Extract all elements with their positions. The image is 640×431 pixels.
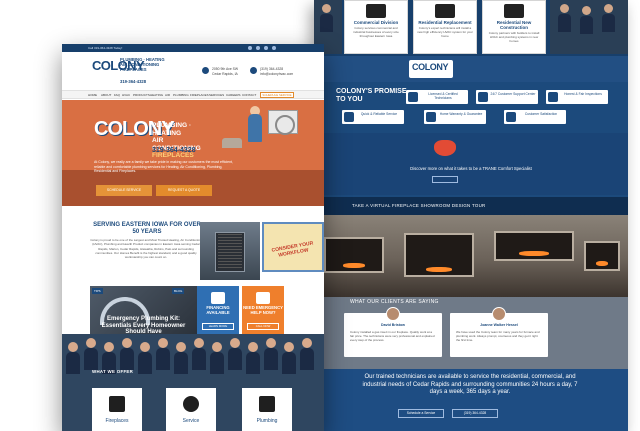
blog-title[interactable]: Emergency Plumbing Kit: Essentials Every… bbox=[92, 316, 195, 336]
team-section-title: WHAT WE OFFER bbox=[92, 369, 134, 374]
hero-logo: COLONY PLUMBING · HEATING AIR CONDITIONI… bbox=[94, 118, 201, 160]
nav-item-hvac[interactable]: HVAC bbox=[122, 93, 130, 97]
top-utility-bar: Call 319-364-4328 Today! bbox=[62, 44, 324, 52]
avatar bbox=[492, 307, 506, 321]
roof-vent-illustration bbox=[222, 138, 242, 148]
phone-icon bbox=[250, 67, 257, 74]
thumbs-up-icon bbox=[506, 112, 516, 122]
emergency-card[interactable]: NEED EMERGENCY HELP NOW? CALL NOW bbox=[242, 286, 284, 334]
building-icon bbox=[366, 4, 386, 18]
nav-item-contact[interactable]: CONTACT bbox=[242, 93, 256, 97]
trane-badge-icon bbox=[434, 140, 456, 156]
location-icon bbox=[202, 67, 209, 74]
promise-warranty: Home Warranty & Guarantee bbox=[424, 110, 486, 124]
schedule-service-button[interactable]: Schedule a Service bbox=[398, 409, 444, 418]
hero-description: At Colony, we really are a family we tak… bbox=[94, 160, 233, 174]
serving-description: Colony is proud to be one of the Largest… bbox=[90, 238, 202, 260]
pipe-icon bbox=[259, 396, 275, 412]
nav-item-products[interactable]: PRODUCTS bbox=[133, 93, 150, 97]
promise-licensed: Licensed & Certified Technicians bbox=[406, 90, 468, 104]
trane-band bbox=[314, 133, 628, 195]
nav-item-air[interactable]: AIR bbox=[165, 93, 170, 97]
ac-unit-illustration bbox=[268, 110, 298, 135]
showroom-heading-bar: TAKE A VIRTUAL FIREPLACE SHOWROOM DESIGN… bbox=[314, 197, 628, 215]
emergency-call-button[interactable]: CALL NOW bbox=[247, 323, 279, 330]
fireplace-showroom-image[interactable] bbox=[314, 215, 628, 297]
promise-support: 24/7 Customer Support Center bbox=[476, 90, 538, 104]
serving-title: SERVING EASTERN IOWA FOR OVER 50 YEARS bbox=[93, 222, 201, 236]
avatar bbox=[386, 307, 400, 321]
house-icon bbox=[435, 4, 455, 18]
handshake-icon bbox=[548, 92, 558, 102]
technician-photo-right bbox=[550, 0, 628, 54]
nav-item-plumbing[interactable]: PLUMBING bbox=[173, 93, 189, 97]
back-header-bar bbox=[314, 56, 628, 82]
header-address: 2050 9th Ave SW Cedar Rapids, IA bbox=[212, 67, 239, 76]
youtube-icon[interactable] bbox=[264, 46, 268, 50]
technicians-text: Our trained technicians are available to… bbox=[362, 374, 578, 395]
fireplace-icon bbox=[109, 396, 125, 412]
schedule-service-nav-button[interactable]: SCHEDULE SERVICE bbox=[260, 92, 294, 98]
nav-item-about[interactable]: ABOUT bbox=[101, 93, 111, 97]
promise-title: COLONY'S PROMISE TO YOU bbox=[336, 88, 407, 104]
garage-icon bbox=[504, 4, 524, 18]
financing-card[interactable]: FINANCING AVAILABLE LEARN MORE bbox=[197, 286, 239, 334]
nav-item-services[interactable]: SERVICES bbox=[209, 93, 224, 97]
fireplace-unit bbox=[494, 231, 574, 261]
fireplace-unit bbox=[404, 233, 474, 277]
nav-item-faq[interactable]: FAQ bbox=[114, 93, 120, 97]
nav-item-fireplaces[interactable]: FIREPLACES bbox=[190, 93, 209, 97]
trane-text: Discover more on what it takes to be a T… bbox=[410, 166, 532, 171]
promise-satisfaction: Customer Satisfaction bbox=[504, 110, 566, 124]
hero-schedule-button[interactable]: SCHEDULE SERVICE bbox=[96, 185, 152, 196]
fireplace-unit bbox=[584, 241, 620, 271]
financing-learn-more-button[interactable]: LEARN MORE bbox=[202, 323, 234, 330]
trane-learn-more-button[interactable] bbox=[432, 176, 458, 183]
main-nav: HOME ABOUT FAQ HVAC PRODUCTS HEATING AIR… bbox=[62, 90, 324, 99]
testimonial-card: Joanne Walker Hessel We have used the Co… bbox=[450, 307, 548, 357]
bank-icon bbox=[211, 292, 225, 304]
showroom-title: TAKE A VIRTUAL FIREPLACE SHOWROOM DESIGN… bbox=[352, 203, 486, 208]
header-phone[interactable]: (319) 364-4328 info@colonyhvac.com bbox=[260, 67, 293, 77]
screenshot-stage: Commercial Division Colony services comm… bbox=[0, 0, 640, 431]
hero-quote-button[interactable]: REQUEST A QUOTE bbox=[156, 185, 212, 196]
certificate-icon bbox=[408, 92, 418, 102]
service-card-commercial[interactable]: Commercial Division Colony services comm… bbox=[344, 0, 408, 54]
service-service[interactable]: Service bbox=[166, 388, 216, 431]
fireplace-unit bbox=[324, 237, 384, 273]
promise-quick: Quick & Reliable Service bbox=[342, 110, 404, 124]
service-plumbing[interactable]: Plumbing bbox=[242, 388, 292, 431]
service-card-new-construction[interactable]: Residential New Construction Colony part… bbox=[482, 0, 546, 54]
call-phone-button[interactable]: (319) 364-4328 bbox=[452, 409, 498, 418]
nav-item-careers[interactable]: CAREERS bbox=[226, 93, 241, 97]
back-page: Commercial Division Colony services comm… bbox=[314, 0, 628, 431]
service-card-residential-replacement[interactable]: Residential Replacement Colony's expert … bbox=[413, 0, 477, 54]
nav-item-home[interactable]: HOME bbox=[88, 93, 97, 97]
alarm-icon bbox=[256, 292, 270, 304]
nav-item-heating[interactable]: HEATING bbox=[150, 93, 163, 97]
wrench-icon bbox=[344, 112, 354, 122]
testimonial-card: David Bristow Colony installed a gas ins… bbox=[344, 307, 442, 357]
gauge-icon bbox=[183, 396, 199, 412]
twitter-icon[interactable] bbox=[256, 46, 260, 50]
site-logo[interactable]: COLONY PLUMBING · HEATING AIR CONDITIONI… bbox=[92, 56, 174, 86]
back-logo[interactable]: COLONY bbox=[409, 60, 453, 78]
testimonials-title: WHAT OUR CLIENTS ARE SAYING bbox=[350, 299, 439, 305]
facebook-icon[interactable] bbox=[248, 46, 252, 50]
promise-honest: Honest & Fair Inspections bbox=[546, 90, 608, 104]
promo-image[interactable]: CONSIDER YOUR WORKFLOW bbox=[262, 222, 324, 272]
topbar-text: Call 319-364-4328 Today! bbox=[88, 46, 123, 50]
instagram-icon[interactable] bbox=[272, 46, 276, 50]
shield-icon bbox=[426, 112, 436, 122]
front-page: Call 319-364-4328 Today! COLONY PLUMBING… bbox=[62, 44, 324, 431]
ac-unit-photo bbox=[200, 222, 260, 280]
service-fireplaces[interactable]: Fireplaces bbox=[92, 388, 142, 431]
phone-icon bbox=[478, 92, 488, 102]
